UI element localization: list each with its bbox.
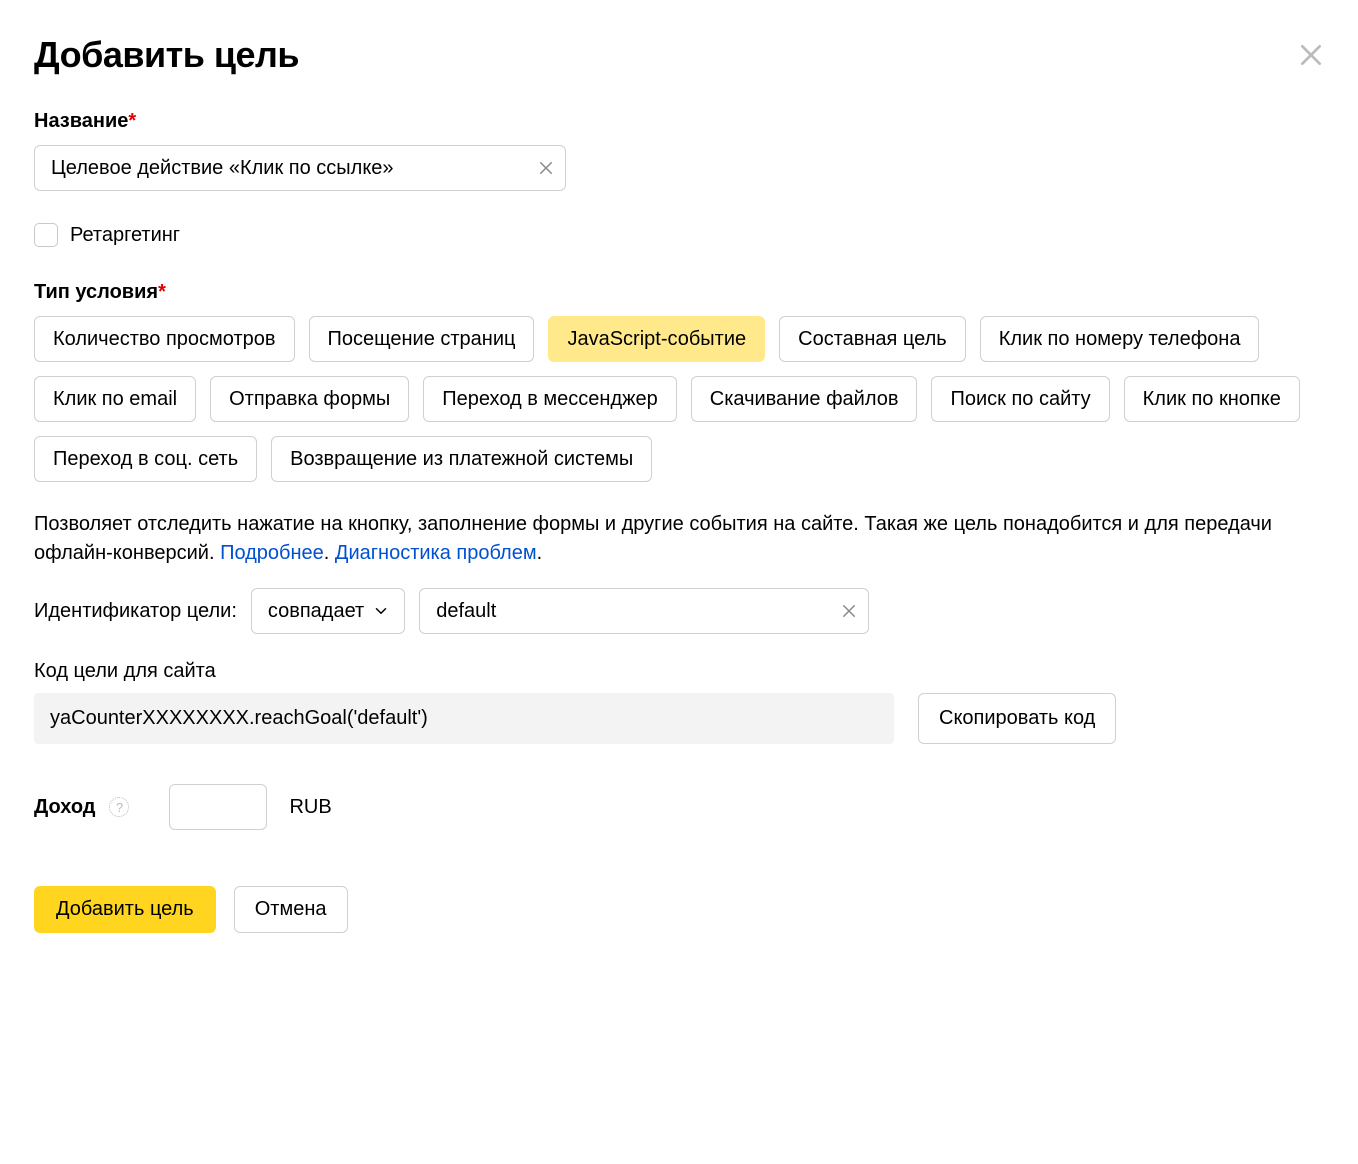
submit-button[interactable]: Добавить цель xyxy=(34,886,216,933)
desc-sep: . xyxy=(324,542,335,564)
required-mark: * xyxy=(128,110,136,132)
income-label: Доход xyxy=(34,796,95,819)
name-input[interactable] xyxy=(35,146,565,190)
identifier-label: Идентификатор цели: xyxy=(34,600,237,623)
condition-label: Тип условия* xyxy=(34,281,1324,304)
condition-option[interactable]: Поиск по сайту xyxy=(931,376,1109,422)
condition-option[interactable]: JavaScript-событие xyxy=(548,316,765,362)
chevron-down-icon xyxy=(372,602,390,620)
condition-option[interactable]: Количество просмотров xyxy=(34,316,295,362)
condition-description: Позволяет отследить нажатие на кнопку, з… xyxy=(34,510,1324,568)
condition-option[interactable]: Клик по кнопке xyxy=(1124,376,1300,422)
copy-code-button[interactable]: Скопировать код xyxy=(918,693,1116,744)
condition-option[interactable]: Возвращение из платежной системы xyxy=(271,436,652,482)
desc-tail: . xyxy=(537,542,543,564)
name-label: Название* xyxy=(34,110,1324,133)
condition-option[interactable]: Переход в соц. сеть xyxy=(34,436,257,482)
cancel-button[interactable]: Отмена xyxy=(234,886,348,933)
name-input-wrap xyxy=(34,145,566,191)
condition-option[interactable]: Отправка формы xyxy=(210,376,409,422)
required-mark: * xyxy=(158,281,166,303)
modal-title: Добавить цель xyxy=(34,34,299,76)
clear-icon[interactable] xyxy=(537,159,555,177)
goal-code: yaCounterXXXXXXXX.reachGoal('default') xyxy=(34,693,894,744)
learn-more-link[interactable]: Подробнее xyxy=(220,542,324,564)
retargeting-checkbox[interactable] xyxy=(34,223,58,247)
income-currency: RUB xyxy=(289,796,331,819)
diagnostics-link[interactable]: Диагностика проблем xyxy=(335,542,537,564)
condition-option[interactable]: Клик по номеру телефона xyxy=(980,316,1260,362)
clear-icon[interactable] xyxy=(840,602,858,620)
help-icon[interactable]: ? xyxy=(109,797,129,817)
identifier-match-select[interactable]: совпадает xyxy=(251,588,405,634)
close-icon[interactable] xyxy=(1298,42,1324,68)
condition-option[interactable]: Скачивание файлов xyxy=(691,376,918,422)
identifier-value-input[interactable] xyxy=(420,589,868,633)
condition-option[interactable]: Переход в мессенджер xyxy=(423,376,677,422)
condition-option[interactable]: Составная цель xyxy=(779,316,966,362)
name-label-text: Название xyxy=(34,110,128,132)
identifier-row: Идентификатор цели: совпадает xyxy=(34,588,1324,634)
condition-option[interactable]: Клик по email xyxy=(34,376,196,422)
identifier-match-value: совпадает xyxy=(268,600,364,623)
retargeting-label: Ретаргетинг xyxy=(70,224,180,247)
identifier-value-wrap xyxy=(419,588,869,634)
condition-option[interactable]: Посещение страниц xyxy=(309,316,535,362)
code-label: Код цели для сайта xyxy=(34,660,1324,683)
income-input[interactable] xyxy=(170,785,266,829)
income-input-wrap xyxy=(169,784,267,830)
condition-options: Количество просмотров Посещение страниц Ja… xyxy=(34,316,1324,482)
condition-label-text: Тип условия xyxy=(34,281,158,303)
